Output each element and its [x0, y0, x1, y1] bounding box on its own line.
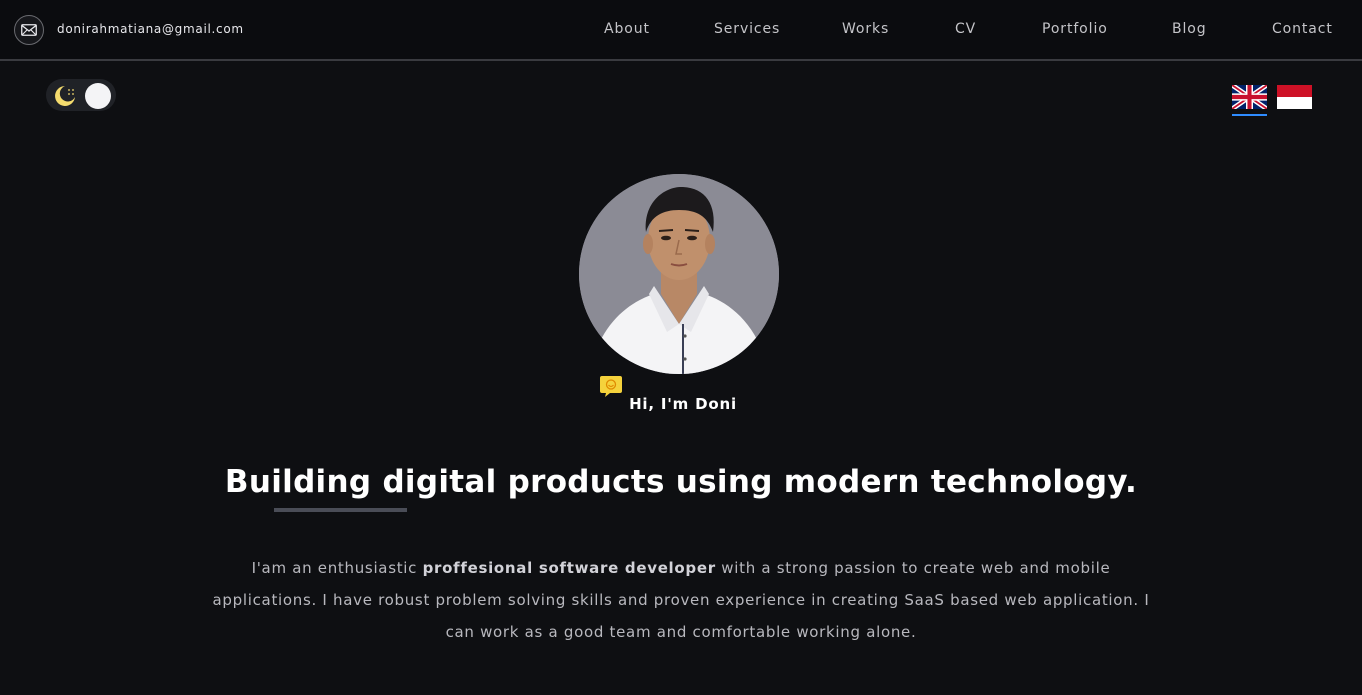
nav-works[interactable]: Works	[842, 21, 889, 37]
headline-underline	[274, 508, 407, 512]
nav-contact[interactable]: Contact	[1272, 21, 1333, 37]
theme-toggle[interactable]	[46, 79, 116, 111]
top-navbar: donirahmatiana@gmail.com About Services …	[0, 0, 1362, 61]
intro-paragraph: I'am an enthusiastic proffesional softwa…	[200, 552, 1162, 648]
nav-services[interactable]: Services	[714, 21, 780, 37]
main-nav: About Services Works CV Portfolio Blog C…	[0, 21, 1362, 41]
hero-headline: Building digital products using modern t…	[224, 464, 1138, 500]
intro-highlight: proffesional software developer	[422, 559, 716, 577]
nav-portfolio[interactable]: Portfolio	[1042, 21, 1108, 37]
nav-blog[interactable]: Blog	[1172, 21, 1207, 37]
moon-icon	[52, 83, 78, 113]
intro-prefix: I'am an enthusiastic	[251, 559, 423, 577]
nav-about[interactable]: About	[604, 21, 650, 37]
nav-cv[interactable]: CV	[955, 21, 976, 37]
uk-flag-icon[interactable]	[1232, 85, 1267, 109]
toggle-knob	[85, 83, 111, 109]
profile-avatar	[579, 174, 779, 374]
greeting-text: Hi, I'm Doni	[629, 395, 737, 413]
indonesia-flag-icon[interactable]	[1277, 85, 1312, 109]
active-language-indicator	[1232, 114, 1267, 116]
